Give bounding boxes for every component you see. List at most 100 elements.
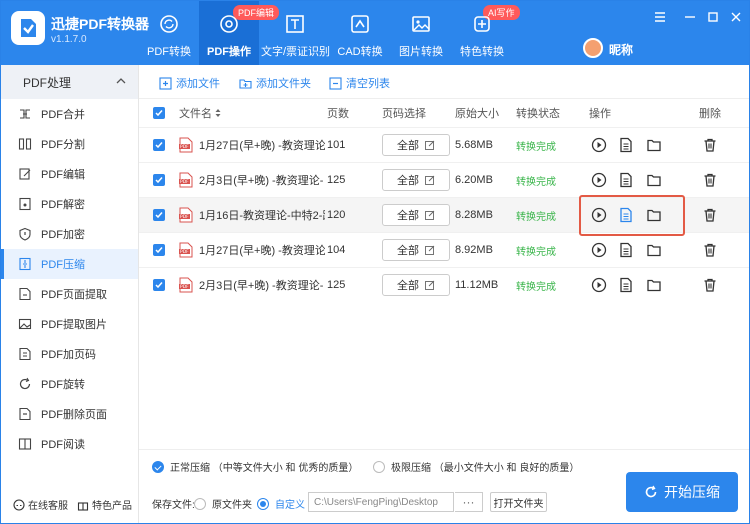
save-path-field[interactable]: C:\Users\FengPing\Desktop: [308, 492, 454, 512]
delete-button[interactable]: [702, 268, 718, 302]
add-folder-button[interactable]: 添加文件夹: [239, 75, 311, 91]
open-file-button[interactable]: [618, 163, 634, 197]
play-button[interactable]: [591, 163, 607, 197]
open-file-button[interactable]: [618, 268, 634, 302]
sidebar-item-image-extract[interactable]: PDF提取图片: [1, 309, 138, 339]
save-custom-option[interactable]: 自定义: [257, 496, 305, 511]
sidebar-item-rotate[interactable]: PDF旋转: [1, 369, 138, 399]
table-row[interactable]: PDF 2月3日(早+晚) -教资理论- 125 全部 6.20MB 转换完成: [139, 162, 749, 197]
sidebar-item-page-number[interactable]: PDF加页码: [1, 339, 138, 369]
open-folder-button[interactable]: [646, 233, 662, 267]
table-row[interactable]: PDF 2月3日(早+晚) -教资理论- 125 全部 11.12MB 转换完成: [139, 267, 749, 302]
featured-products-link[interactable]: 特色产品: [77, 497, 132, 512]
sidebar-item-label: PDF解密: [41, 199, 85, 211]
save-original-folder-option[interactable]: 原文件夹: [194, 496, 252, 511]
delete-button[interactable]: [702, 198, 718, 232]
open-folder-button[interactable]: [646, 128, 662, 162]
delete-button[interactable]: [702, 128, 718, 162]
sidebar-item-split[interactable]: PDF分割: [1, 129, 138, 159]
online-service-link[interactable]: 在线客服: [13, 497, 68, 512]
menu-icon[interactable]: [653, 10, 667, 24]
sidebar-item-edit[interactable]: PDF编辑: [1, 159, 138, 189]
avatar[interactable]: [583, 38, 603, 58]
sidebar-footer: 在线客服 特色产品: [1, 495, 139, 515]
play-button[interactable]: [591, 233, 607, 267]
trash-icon: [704, 243, 716, 257]
table-row[interactable]: PDF 1月27日(早+晚) -教资理论- 104 全部 8.92MB 转换完成: [139, 232, 749, 267]
trash-icon: [704, 208, 716, 222]
nav-tab-pdf-convert[interactable]: PDF转换: [141, 1, 197, 65]
play-button[interactable]: [591, 268, 607, 302]
play-icon: [591, 172, 607, 188]
pdf-file-icon: PDF: [179, 242, 193, 258]
user-name[interactable]: 昵称: [609, 41, 633, 58]
start-compress-button[interactable]: 开始压缩: [626, 472, 738, 512]
delete-button[interactable]: [702, 233, 718, 267]
row-checkbox[interactable]: [153, 163, 165, 197]
open-folder-button[interactable]: [646, 163, 662, 197]
page-range-button[interactable]: 全部: [382, 204, 450, 226]
select-all-checkbox[interactable]: [153, 99, 165, 127]
page-range-button[interactable]: 全部: [382, 169, 450, 191]
nav-tab-cad[interactable]: CAD转换: [335, 1, 385, 65]
sidebar-item-read[interactable]: PDF阅读: [1, 429, 138, 459]
normal-compress-option[interactable]: 正常压缩 （中等文件大小 和 优秀的质量）: [152, 459, 358, 474]
nav-tab-label: 文字/票证识别: [261, 46, 331, 58]
nav-tab-pdf-operate[interactable]: PDF编辑 PDF操作: [199, 1, 280, 65]
page-range-button[interactable]: 全部: [382, 134, 450, 156]
open-folder-button[interactable]: 打开文件夹: [490, 492, 547, 512]
page-range-button[interactable]: 全部: [382, 274, 450, 296]
page-range-cell: 全部: [382, 198, 450, 232]
nav-tab-ocr[interactable]: 文字/票证识别: [261, 1, 331, 65]
table-row[interactable]: PDF 1月27日(早+晚) -教资理论- 101 全部 5.68MB 转换完成: [139, 127, 749, 162]
read-icon: [18, 438, 32, 450]
sidebar-header[interactable]: PDF处理: [1, 65, 138, 99]
play-button[interactable]: [591, 128, 607, 162]
minimize-icon[interactable]: [683, 10, 697, 24]
sidebar-item-label: PDF编辑: [41, 169, 85, 181]
row-checkbox[interactable]: [153, 268, 165, 302]
svg-text:PDF: PDF: [180, 249, 189, 255]
table-row[interactable]: PDF 1月16日-教资理论-中特2-跌 120 全部 8.28MB 转换完成: [139, 197, 749, 232]
open-file-button[interactable]: [618, 198, 634, 232]
nav-tab-special[interactable]: AI写作 特色转换: [457, 1, 520, 65]
nav-tab-image[interactable]: 图片转换: [397, 1, 445, 65]
sidebar-item-unlock[interactable]: PDF解密: [1, 189, 138, 219]
pdf-file-icon: PDF: [179, 137, 193, 153]
close-icon[interactable]: [729, 10, 743, 24]
open-folder-button[interactable]: [646, 268, 662, 302]
sidebar-item-merge[interactable]: PDF合并: [1, 99, 138, 129]
open-folder-button[interactable]: [646, 198, 662, 232]
header-filename[interactable]: 文件名: [179, 99, 221, 127]
open-file-button[interactable]: [618, 233, 634, 267]
original-size: 11.12MB: [455, 279, 499, 291]
row-checkbox[interactable]: [153, 198, 165, 232]
image-icon: [412, 16, 430, 32]
play-button[interactable]: [591, 198, 607, 232]
extreme-compress-option[interactable]: 极限压缩 （最小文件大小 和 良好的质量）: [373, 459, 579, 474]
split-icon: [18, 138, 32, 150]
edit-icon: [425, 140, 435, 150]
refresh-icon: [645, 485, 657, 498]
play-icon: [591, 242, 607, 258]
row-checkbox[interactable]: [153, 233, 165, 267]
headset-icon: [13, 498, 25, 511]
sidebar-item-compress[interactable]: PDF压缩: [1, 249, 138, 279]
save-label-text: 保存文件:: [152, 500, 195, 511]
browse-path-button[interactable]: ···: [455, 492, 483, 512]
sidebar-item-delete-page[interactable]: PDF删除页面: [1, 399, 138, 429]
row-checkbox[interactable]: [153, 128, 165, 162]
maximize-icon[interactable]: [706, 10, 720, 24]
file-name: 1月27日(早+晚) -教资理论-: [199, 140, 325, 152]
delete-button[interactable]: [702, 163, 718, 197]
add-file-button[interactable]: 添加文件: [159, 75, 220, 91]
open-file-button[interactable]: [618, 128, 634, 162]
sidebar-item-shield[interactable]: PDF加密: [1, 219, 138, 249]
page-range-button[interactable]: 全部: [382, 239, 450, 261]
shield-icon: [19, 227, 31, 241]
sidebar-item-page-extract[interactable]: PDF页面提取: [1, 279, 138, 309]
clear-list-button[interactable]: 清空列表: [329, 75, 390, 91]
sidebar-item-label: PDF旋转: [41, 379, 85, 391]
normal-compress-label: 正常压缩 （中等文件大小 和 优秀的质量）: [170, 463, 359, 474]
nav-tab-label: CAD转换: [337, 46, 383, 58]
